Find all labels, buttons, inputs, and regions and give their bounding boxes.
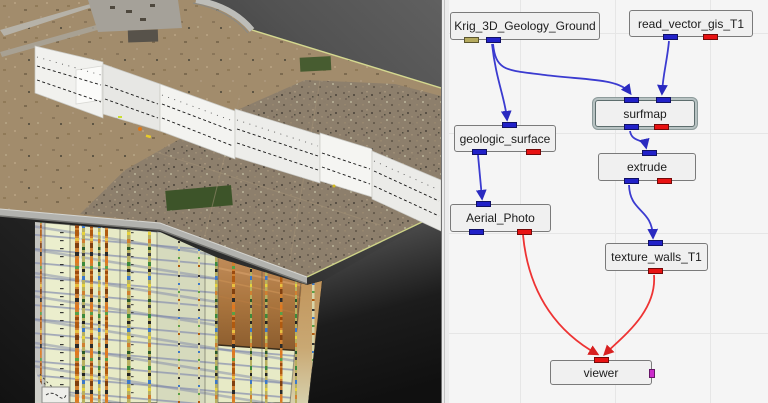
node-label: geologic_surface [460, 132, 551, 146]
output-port-field[interactable] [624, 178, 639, 184]
node-viewer[interactable]: viewer [550, 360, 652, 385]
node-label: Aerial_Photo [466, 211, 535, 225]
output-port-parameters[interactable] [464, 37, 479, 43]
wire-surfmap-to-extrude[interactable] [630, 131, 646, 147]
input-port-field-2[interactable] [656, 97, 671, 103]
node-label: extrude [627, 160, 667, 174]
3d-viewport[interactable] [0, 0, 441, 403]
output-port-renderable[interactable] [657, 178, 672, 184]
wire-texturewalls-to-viewer[interactable] [605, 275, 654, 354]
input-port-field[interactable] [642, 150, 657, 156]
output-port-field[interactable] [469, 229, 484, 235]
output-port-renderable[interactable] [703, 34, 718, 40]
output-port-renderable[interactable] [654, 124, 669, 130]
pane-splitter[interactable] [441, 0, 449, 403]
wire-krig-to-geologic-surface[interactable] [492, 44, 507, 119]
node-krig-3d-geology-ground[interactable]: Krig_3D_Geology_Ground [450, 12, 600, 40]
wire-aerialphoto-to-viewer[interactable] [523, 235, 597, 354]
output-port-renderable[interactable] [648, 268, 663, 274]
node-read-vector-gis-t1[interactable]: read_vector_gis_T1 [629, 10, 753, 37]
node-label: read_vector_gis_T1 [638, 17, 744, 31]
wire-geologic-to-aerialphoto[interactable] [478, 155, 482, 198]
connection-wires [449, 0, 768, 403]
3d-scene [0, 0, 441, 403]
output-port-renderable[interactable] [517, 229, 532, 235]
input-port-field[interactable] [502, 122, 517, 128]
node-texture-walls-t1[interactable]: texture_walls_T1 [605, 243, 708, 271]
dataflow-editor-canvas[interactable]: Krig_3D_Geology_Ground read_vector_gis_T… [449, 0, 768, 403]
input-port-field-1[interactable] [624, 97, 639, 103]
node-extrude[interactable]: extrude [598, 153, 696, 181]
node-label: texture_walls_T1 [611, 250, 702, 264]
input-port-field[interactable] [476, 201, 491, 207]
node-aerial-photo[interactable]: Aerial_Photo [450, 204, 551, 232]
port-viewer-ui[interactable] [649, 369, 655, 378]
output-port-renderable[interactable] [526, 149, 541, 155]
output-port-field[interactable] [663, 34, 678, 40]
output-port-field[interactable] [486, 37, 501, 43]
node-geologic-surface[interactable]: geologic_surface [454, 125, 556, 152]
input-port-field[interactable] [648, 240, 663, 246]
application-window: Krig_3D_Geology_Ground read_vector_gis_T… [0, 0, 768, 403]
node-label: Krig_3D_Geology_Ground [454, 19, 595, 33]
wire-readvector-to-surfmap[interactable] [662, 41, 669, 93]
node-label: surfmap [623, 107, 666, 121]
wire-krig-to-surfmap[interactable] [493, 44, 630, 93]
node-label: viewer [584, 366, 619, 380]
output-port-field[interactable] [624, 124, 639, 130]
wire-extrude-to-texturewalls[interactable] [629, 185, 653, 237]
output-port-field[interactable] [472, 149, 487, 155]
input-port-renderable[interactable] [594, 357, 609, 363]
node-surfmap[interactable]: surfmap [595, 100, 695, 127]
